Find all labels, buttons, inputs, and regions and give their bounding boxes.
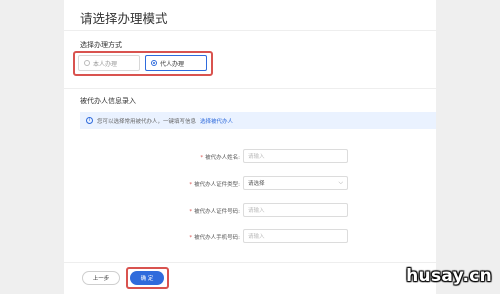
- select-agent-link[interactable]: 选择被代办人: [200, 117, 233, 125]
- agent-section-label: 被代办人信息录入: [80, 97, 136, 105]
- prev-button[interactable]: 上一步: [82, 271, 120, 285]
- id-type-select[interactable]: 请选择 ⌵: [243, 176, 348, 190]
- form-label-id-type: * 被代办人证件类型:: [189, 182, 240, 188]
- phone-input[interactable]: 请输入: [243, 229, 348, 243]
- form-label-id-number: * 被代办人证件号码:: [189, 209, 240, 215]
- info-text: 您可以选择常用被代办人，一键填写信息: [97, 118, 197, 125]
- agent-name-input[interactable]: 请输入: [243, 149, 348, 163]
- chevron-down-icon: ⌵: [338, 179, 343, 186]
- watermark: husay.cn: [406, 266, 492, 286]
- id-type-value: 请选择: [248, 181, 265, 187]
- info-banner: i 您可以选择常用被代办人，一键填写信息 选择被代办人: [80, 112, 436, 129]
- footer-divider: [64, 262, 436, 263]
- confirm-highlight-box: [126, 267, 169, 289]
- mode-section-label: 选择办理方式: [80, 41, 122, 49]
- id-number-input[interactable]: 请输入: [243, 203, 348, 217]
- mode-highlight-box: [73, 51, 213, 76]
- page-title: 请选择办理模式: [80, 11, 168, 26]
- form-label-name: * 被代办人姓名:: [200, 155, 240, 161]
- section-divider: [64, 88, 436, 89]
- title-divider: [64, 30, 436, 31]
- info-icon: i: [86, 117, 93, 124]
- form-label-phone: * 被代办人手机号码:: [189, 235, 240, 241]
